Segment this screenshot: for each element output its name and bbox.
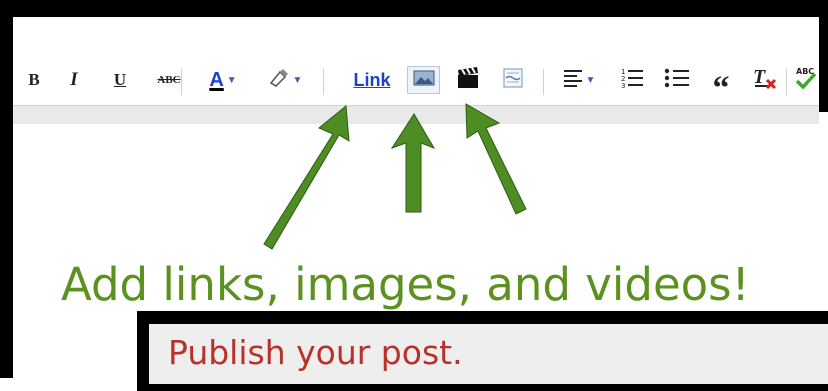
bold-icon: B bbox=[28, 70, 40, 89]
svg-text:3: 3 bbox=[621, 82, 625, 89]
text-color-button[interactable]: A ▼ bbox=[199, 67, 247, 93]
italic-icon: I bbox=[70, 69, 78, 90]
insert-video-icon bbox=[456, 66, 480, 94]
numbered-list-icon: 123 bbox=[620, 67, 644, 94]
spellcheck-icon: ABC bbox=[795, 67, 817, 93]
insert-jump-break-button[interactable] bbox=[501, 67, 525, 93]
align-button[interactable]: ▼ bbox=[555, 67, 603, 93]
toolbar-separator bbox=[181, 69, 182, 95]
screenshot-frame-right bbox=[819, 0, 828, 112]
publish-callout-text: Publish your post. bbox=[168, 333, 463, 372]
svg-text:ABC: ABC bbox=[796, 67, 814, 76]
toolbar-separator bbox=[323, 69, 324, 95]
chevron-down-icon: ▼ bbox=[226, 74, 237, 86]
highlight-button[interactable]: ▼ bbox=[259, 67, 311, 93]
toolbar-separator bbox=[543, 69, 544, 95]
align-icon bbox=[563, 69, 583, 92]
svg-text:T: T bbox=[753, 66, 766, 88]
chevron-down-icon: ▼ bbox=[292, 74, 303, 86]
numbered-list-button[interactable]: 123 bbox=[619, 67, 645, 93]
highlight-icon bbox=[268, 68, 290, 93]
screenshot-frame-left bbox=[0, 0, 13, 378]
italic-button[interactable]: I bbox=[67, 67, 81, 93]
arrow-image bbox=[390, 113, 436, 213]
insert-video-button[interactable] bbox=[454, 66, 482, 94]
bullet-list-icon bbox=[664, 67, 690, 94]
insert-image-button[interactable] bbox=[407, 66, 440, 94]
strikethrough-icon: ABC bbox=[157, 74, 181, 86]
toolbar-separator bbox=[786, 69, 787, 95]
editor-toolbar: B I U ABC A ▼ ▼ Link ▼ 123 “ T ABC bbox=[13, 17, 819, 106]
insert-image-icon bbox=[413, 70, 435, 91]
screenshot-frame-top bbox=[0, 0, 828, 17]
text-color-icon: A bbox=[209, 68, 224, 91]
toolbar-bottom-bar bbox=[13, 105, 819, 124]
bullet-list-button[interactable] bbox=[663, 67, 691, 93]
insert-jump-break-icon bbox=[502, 67, 524, 94]
underline-icon: U bbox=[113, 70, 127, 89]
bold-button[interactable]: B bbox=[27, 67, 41, 93]
underline-button[interactable]: U bbox=[111, 67, 129, 93]
arrow-link bbox=[263, 105, 350, 250]
chevron-down-icon: ▼ bbox=[585, 74, 596, 86]
remove-formatting-button[interactable]: T bbox=[751, 66, 779, 95]
remove-formatting-icon: T bbox=[752, 66, 778, 95]
quote-button[interactable]: “ bbox=[709, 67, 733, 106]
link-button[interactable]: Link bbox=[349, 67, 395, 93]
annotation-caption: Add links, images, and videos! bbox=[61, 258, 750, 311]
spellcheck-button[interactable]: ABC bbox=[795, 67, 817, 93]
